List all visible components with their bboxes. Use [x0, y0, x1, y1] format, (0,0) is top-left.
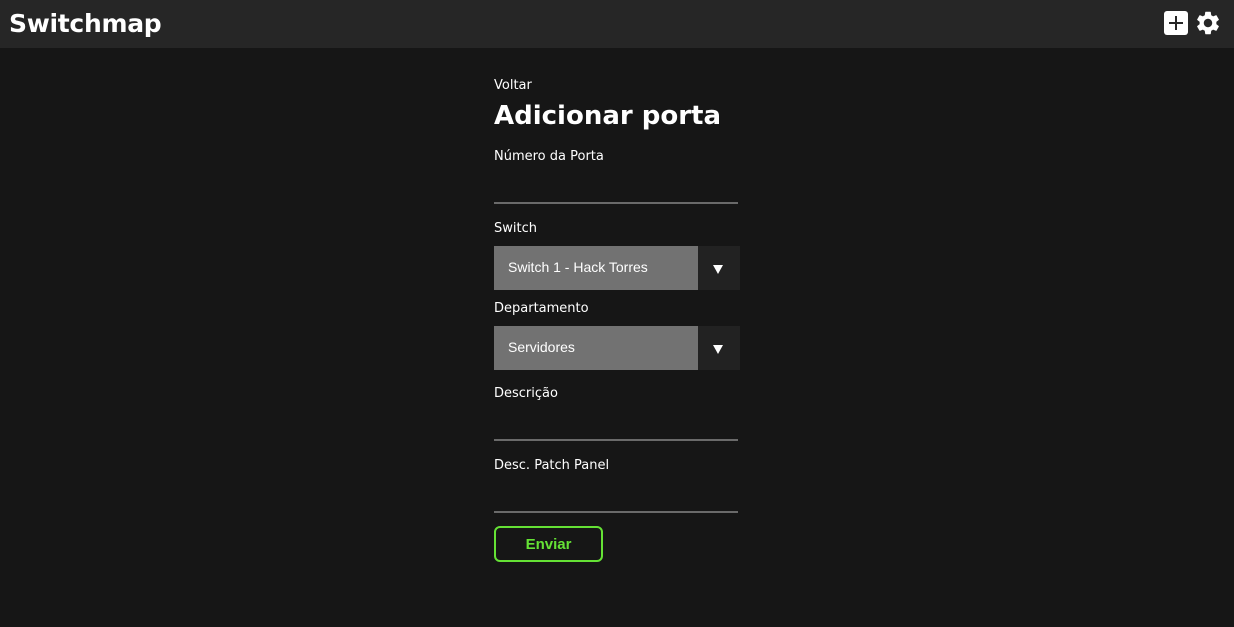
chevron-down-icon — [713, 345, 723, 354]
top-bar-actions — [1164, 9, 1222, 37]
add-icon[interactable] — [1164, 11, 1188, 35]
department-selected-value: Servidores — [508, 339, 575, 355]
switch-dropdown-button[interactable] — [698, 246, 740, 290]
gear-icon[interactable] — [1194, 9, 1222, 37]
page-title: Adicionar porta — [494, 101, 722, 131]
top-bar: Switchmap — [0, 0, 1234, 48]
app-title[interactable]: Switchmap — [9, 9, 162, 39]
department-label: Departamento — [494, 301, 589, 316]
description-label: Descrição — [494, 386, 558, 401]
switch-selected-value: Switch 1 - Hack Torres — [508, 259, 648, 275]
submit-button[interactable]: Enviar — [494, 526, 603, 562]
description-input[interactable] — [494, 411, 738, 441]
department-select[interactable]: Servidores — [494, 326, 740, 370]
switch-select[interactable]: Switch 1 - Hack Torres — [494, 246, 740, 290]
department-dropdown-button[interactable] — [698, 326, 740, 370]
port-number-input[interactable] — [494, 174, 738, 204]
switch-label: Switch — [494, 221, 537, 236]
back-link[interactable]: Voltar — [494, 78, 532, 93]
patch-panel-input[interactable] — [494, 483, 738, 513]
port-number-label: Número da Porta — [494, 149, 604, 164]
patch-panel-label: Desc. Patch Panel — [494, 458, 610, 473]
chevron-down-icon — [713, 265, 723, 274]
